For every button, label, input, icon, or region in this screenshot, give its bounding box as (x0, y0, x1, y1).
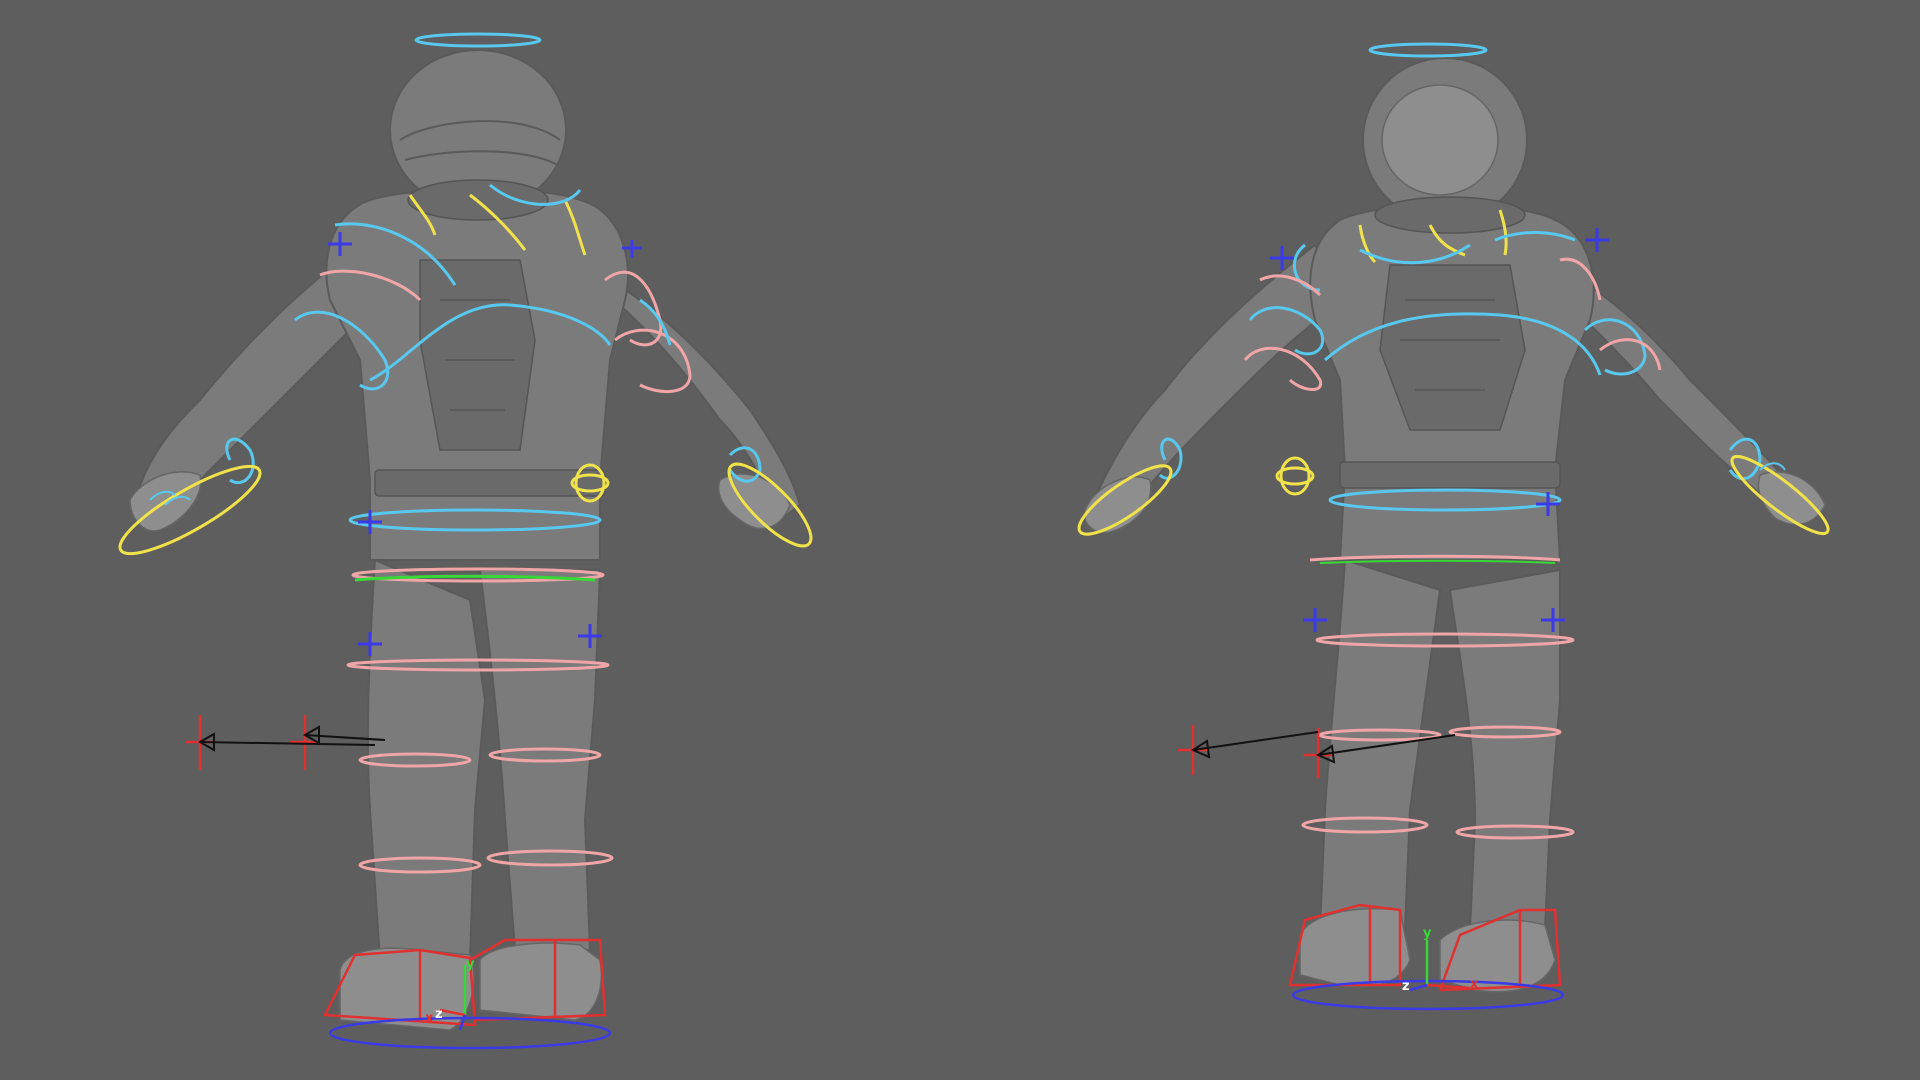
front-left-boot-mesh (1299, 907, 1411, 988)
gizmo-x-label: x (425, 1011, 434, 1026)
front-gizmo-x-label: x (1470, 977, 1479, 992)
front-right-hand-mesh (1757, 471, 1826, 526)
visor-mesh (1381, 84, 1499, 196)
chest-panel-mesh (1379, 264, 1526, 431)
front-belt-mesh (1339, 461, 1561, 489)
root-control[interactable] (328, 1016, 612, 1050)
left-leg-mesh (366, 558, 487, 961)
astronaut-back-view[interactable] (129, 49, 802, 1031)
knee-pole-vectors[interactable] (185, 715, 386, 770)
gizmo-y-label: y (466, 957, 475, 972)
astronaut-front-view[interactable] (1083, 57, 1826, 993)
front-gizmo-z-label: z (1402, 979, 1410, 994)
head-control[interactable] (414, 32, 542, 48)
backpack-mesh (419, 259, 536, 451)
gizmo-z-label: z (435, 1007, 443, 1022)
front-right-leg-mesh (1448, 568, 1561, 931)
right-boot-mesh (479, 942, 602, 1021)
front-center-of-mass-control[interactable] (1275, 456, 1315, 496)
front-head-control[interactable] (1368, 42, 1488, 58)
3d-viewport[interactable]: y z x y z x (0, 0, 1920, 1080)
front-gizmo-y-label: y (1423, 926, 1432, 941)
viewport-canvas[interactable]: y z x y z x (0, 0, 1920, 1080)
